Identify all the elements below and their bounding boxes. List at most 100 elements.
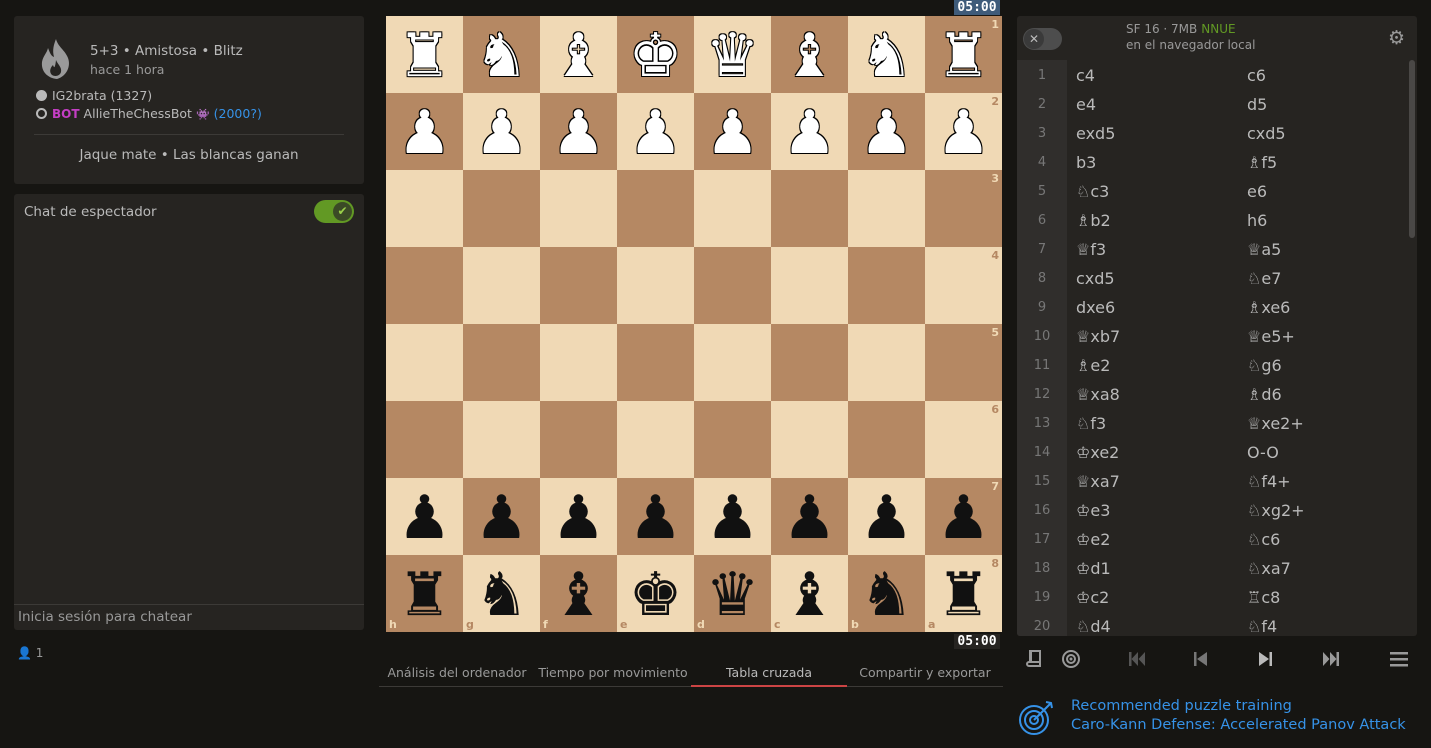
white-move[interactable]: ♔xe2 bbox=[1076, 438, 1119, 467]
black-move[interactable]: c6 bbox=[1247, 61, 1266, 90]
board-square[interactable]: ♜ 1 bbox=[925, 16, 1002, 93]
board-square[interactable] bbox=[694, 247, 771, 324]
board-square[interactable]: ♟ bbox=[463, 478, 540, 555]
white-move[interactable]: ♗b2 bbox=[1076, 206, 1111, 235]
board-square[interactable] bbox=[386, 324, 463, 401]
board-square[interactable]: ♜ h bbox=[386, 555, 463, 632]
white-move[interactable]: ♕f3 bbox=[1076, 235, 1106, 264]
board-square[interactable]: ♟ bbox=[848, 478, 925, 555]
board-square[interactable]: ♟ bbox=[617, 93, 694, 170]
white-bishop-icon[interactable]: ♝ bbox=[540, 16, 617, 93]
white-move[interactable]: ♔c2 bbox=[1076, 583, 1109, 612]
white-pawn-icon[interactable]: ♟ bbox=[848, 93, 925, 170]
board-square[interactable]: ♞ b bbox=[848, 555, 925, 632]
board-square[interactable]: ♞ bbox=[463, 16, 540, 93]
board-square[interactable]: ♝ c bbox=[771, 555, 848, 632]
black-move[interactable]: ♘e7 bbox=[1247, 264, 1281, 293]
board-square[interactable]: ♟ bbox=[386, 93, 463, 170]
board-square[interactable]: ♜ 8 a bbox=[925, 555, 1002, 632]
board-square[interactable]: ♟ bbox=[771, 93, 848, 170]
board-square[interactable] bbox=[463, 401, 540, 478]
black-move[interactable]: O-O bbox=[1247, 438, 1279, 467]
last-move-icon[interactable] bbox=[1317, 642, 1345, 676]
white-move[interactable]: ♔d1 bbox=[1076, 554, 1111, 583]
black-move[interactable]: ♘f4 bbox=[1247, 612, 1277, 636]
black-move[interactable]: ♘c6 bbox=[1247, 525, 1280, 554]
first-move-icon[interactable] bbox=[1123, 642, 1151, 676]
black-move[interactable]: ♘xg2+ bbox=[1247, 496, 1305, 525]
puzzle-opening[interactable]: Caro-Kann Defense: Accelerated Panov Att… bbox=[1071, 717, 1406, 733]
board-square[interactable] bbox=[617, 247, 694, 324]
black-move[interactable]: h6 bbox=[1247, 206, 1267, 235]
black-player-name[interactable]: AllieTheChessBot bbox=[84, 106, 192, 121]
board-square[interactable] bbox=[694, 324, 771, 401]
tab-3[interactable]: Compartir y exportar bbox=[847, 660, 1003, 686]
white-move[interactable]: ♗e2 bbox=[1076, 351, 1110, 380]
board-square[interactable]: ♟ bbox=[848, 93, 925, 170]
book-icon[interactable] bbox=[1021, 642, 1049, 676]
board-square[interactable] bbox=[463, 324, 540, 401]
black-pawn-icon[interactable]: ♟ bbox=[617, 478, 694, 555]
white-move[interactable]: ♘c3 bbox=[1076, 177, 1109, 206]
board-square[interactable] bbox=[463, 170, 540, 247]
board-square[interactable]: ♟ bbox=[540, 93, 617, 170]
white-move[interactable]: ♕xa7 bbox=[1076, 467, 1120, 496]
board-square[interactable]: ♝ bbox=[771, 16, 848, 93]
black-king-icon[interactable]: ♚ bbox=[617, 555, 694, 632]
black-move[interactable]: ♗f5 bbox=[1247, 148, 1277, 177]
board-square[interactable] bbox=[771, 324, 848, 401]
board-square[interactable]: ♞ g bbox=[463, 555, 540, 632]
tab-1[interactable]: Tiempo por movimiento bbox=[535, 660, 691, 686]
board-square[interactable]: ♝ bbox=[540, 16, 617, 93]
board-square[interactable] bbox=[848, 247, 925, 324]
white-pawn-icon[interactable]: ♟ bbox=[463, 93, 540, 170]
board-square[interactable]: ♟ bbox=[694, 93, 771, 170]
black-move[interactable]: d5 bbox=[1247, 90, 1267, 119]
black-bishop-icon[interactable]: ♝ bbox=[771, 555, 848, 632]
white-pawn-icon[interactable]: ♟ bbox=[617, 93, 694, 170]
board-square[interactable]: ♟ bbox=[771, 478, 848, 555]
black-move[interactable]: ♗xe6 bbox=[1247, 293, 1290, 322]
board-square[interactable] bbox=[540, 324, 617, 401]
board-square[interactable]: ♝ f bbox=[540, 555, 617, 632]
white-move[interactable]: exd5 bbox=[1076, 119, 1115, 148]
black-move[interactable]: ♕e5+ bbox=[1247, 322, 1295, 351]
puzzle-title[interactable]: Recommended puzzle training bbox=[1071, 698, 1292, 714]
board-square[interactable] bbox=[617, 401, 694, 478]
black-pawn-icon[interactable]: ♟ bbox=[540, 478, 617, 555]
white-move[interactable]: ♕xb7 bbox=[1076, 322, 1120, 351]
board-square[interactable] bbox=[848, 324, 925, 401]
white-player-name[interactable]: IG2brata (1327) bbox=[52, 88, 152, 103]
black-player[interactable]: BOT AllieTheChessBot 👾 (2000?) bbox=[36, 106, 262, 121]
board-square[interactable]: ♟ bbox=[617, 478, 694, 555]
board-square[interactable] bbox=[540, 247, 617, 324]
white-rook-icon[interactable]: ♜ bbox=[386, 16, 463, 93]
board-square[interactable] bbox=[463, 247, 540, 324]
tab-0[interactable]: Análisis del ordenador bbox=[379, 660, 535, 686]
white-bishop-icon[interactable]: ♝ bbox=[771, 16, 848, 93]
board-square[interactable]: ♟ bbox=[540, 478, 617, 555]
board-square[interactable] bbox=[386, 247, 463, 324]
board-square[interactable] bbox=[771, 247, 848, 324]
move-list[interactable]: 1 c4 c6 2 e4 d5 3 exd5 cxd5 4 b3 ♗f5 5 ♘c3 e6 6 ♗b2 h6 7 ♕f… bbox=[1017, 60, 1417, 636]
black-move[interactable]: ♕a5 bbox=[1247, 235, 1281, 264]
black-bishop-icon[interactable]: ♝ bbox=[540, 555, 617, 632]
black-move[interactable]: e6 bbox=[1247, 177, 1267, 206]
board-square[interactable]: 6 bbox=[925, 401, 1002, 478]
board-square[interactable] bbox=[771, 170, 848, 247]
board-square[interactable] bbox=[848, 401, 925, 478]
white-player[interactable]: IG2brata (1327) bbox=[36, 88, 152, 103]
white-move[interactable]: cxd5 bbox=[1076, 264, 1115, 293]
white-king-icon[interactable]: ♚ bbox=[617, 16, 694, 93]
board-square[interactable]: ♚ bbox=[617, 16, 694, 93]
engine-toggle[interactable]: ✕ bbox=[1023, 28, 1062, 50]
hamburger-menu-icon[interactable] bbox=[1385, 642, 1413, 676]
black-pawn-icon[interactable]: ♟ bbox=[386, 478, 463, 555]
chessboard[interactable]: ♜ ♞ ♝ ♚ ♛ ♝ ♞ ♜ 1 ♟ ♟ ♟ ♟ ♟ ♟ ♟ ♟ 2 3 4 5 6 ♟ ♟ ♟ ♟ ♟ ♟ ♟ ♟ 7 ♜ h ♞ g ♝ f ♚ e ♛… bbox=[386, 16, 1002, 632]
board-square[interactable] bbox=[617, 324, 694, 401]
black-move[interactable]: ♘g6 bbox=[1247, 351, 1282, 380]
white-move[interactable]: dxe6 bbox=[1076, 293, 1115, 322]
white-move[interactable]: ♔e3 bbox=[1076, 496, 1110, 525]
black-pawn-icon[interactable]: ♟ bbox=[771, 478, 848, 555]
black-pawn-icon[interactable]: ♟ bbox=[463, 478, 540, 555]
